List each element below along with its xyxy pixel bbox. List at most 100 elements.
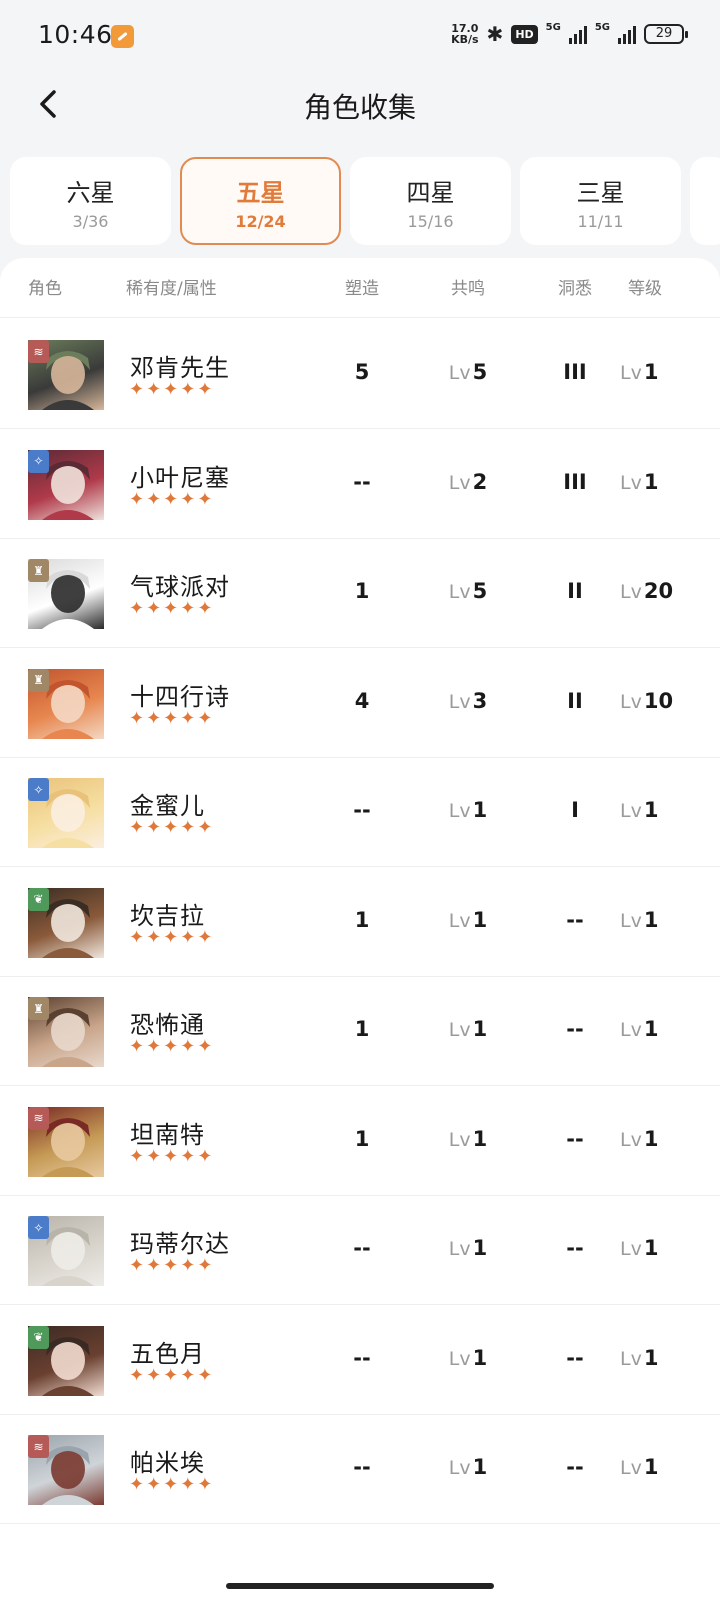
table-row[interactable]: ♜ 气球派对 ✦✦✦✦✦ 1 Lv5 II Lv20: [0, 537, 720, 648]
lv-prefix: Lv: [620, 581, 642, 603]
table-row[interactable]: ✧ 玛蒂尔达 ✦✦✦✦✦ -- Lv1 -- Lv1: [0, 1194, 720, 1305]
tab-label: 五星: [236, 179, 285, 207]
tab-three-star[interactable]: 三星 11/11: [520, 157, 681, 245]
signal-2-label: 5G: [594, 22, 610, 33]
character-level: 1: [643, 1455, 659, 1479]
star-icon: ✧: [28, 449, 49, 473]
signal-1-label: 5G: [545, 22, 561, 33]
resonance-value: Lv1: [432, 908, 504, 932]
shape-value: --: [353, 469, 371, 494]
tab-count: 15/16: [407, 212, 454, 231]
character-level: 1: [643, 360, 659, 384]
insight-value: --: [566, 1017, 584, 1041]
shape-value: --: [353, 1455, 371, 1479]
resonance-level: 1: [472, 907, 488, 932]
character-name: 邓肯先生: [130, 354, 230, 382]
col-role: 角色: [28, 279, 62, 299]
character-name: 气球派对: [130, 573, 230, 601]
table-row[interactable]: ❦ 五色月 ✦✦✦✦✦ -- Lv1 -- Lv1: [0, 1304, 720, 1415]
shape-value: --: [353, 798, 371, 822]
rarity-tabs: 六星 3/36 五星 12/24 四星 15/16 三星 11/11: [0, 157, 720, 245]
resonance-value: Lv1: [432, 1455, 504, 1479]
signal-2-icon: [618, 24, 636, 44]
tab-five-star[interactable]: 五星 12/24: [180, 157, 341, 245]
table-row[interactable]: ❦ 坎吉拉 ✦✦✦✦✦ 1 Lv1 -- Lv1: [0, 866, 720, 977]
resonance-level: 1: [472, 798, 488, 822]
leaf-icon: ❦: [28, 1325, 49, 1349]
lv-prefix: Lv: [448, 581, 471, 603]
tab-label: 六星: [66, 179, 115, 207]
level-value: Lv1: [620, 1236, 692, 1260]
lv-prefix: Lv: [620, 1128, 642, 1151]
table-row[interactable]: ≋ 帕米埃 ✦✦✦✦✦ -- Lv1 -- Lv1: [0, 1413, 720, 1524]
rarity-stars: ✦✦✦✦✦: [129, 1474, 215, 1495]
level-value: Lv1: [620, 798, 692, 822]
lv-prefix: Lv: [448, 690, 471, 713]
col-insight: 洞悉: [558, 279, 592, 299]
character-name: 玛蒂尔达: [130, 1230, 230, 1258]
character-name: 坦南特: [130, 1120, 205, 1149]
lv-prefix: Lv: [448, 1457, 471, 1479]
lv-prefix: Lv: [620, 800, 642, 822]
table-header: 角色 稀有度/属性 塑造 共鸣 洞悉 等级: [0, 258, 720, 318]
shape-value: 1: [354, 579, 370, 603]
lv-prefix: Lv: [448, 909, 471, 932]
lv-prefix: Lv: [448, 362, 471, 384]
signal-1-icon: [568, 24, 587, 44]
resonance-value: Lv1: [432, 798, 504, 822]
star-icon: ✧: [28, 1216, 49, 1239]
character-level: 20: [643, 579, 674, 603]
character-level: 1: [643, 1345, 659, 1370]
beast-icon: ♜: [28, 668, 49, 692]
insight-value: --: [566, 1126, 584, 1151]
rarity-stars: ✦✦✦✦✦: [129, 598, 215, 619]
insight-value: --: [566, 1345, 584, 1370]
bluetooth-icon: ✱: [486, 22, 504, 46]
table-row[interactable]: ≋ 邓肯先生 ✦✦✦✦✦ 5 Lv5 III Lv1: [0, 318, 720, 429]
table-row[interactable]: ✧ 金蜜儿 ✦✦✦✦✦ -- Lv1 I Lv1: [0, 756, 720, 867]
lv-prefix: Lv: [448, 1128, 471, 1151]
lv-prefix: Lv: [448, 1347, 471, 1370]
network-speed: 17.0 KB/s: [451, 22, 479, 46]
battery-icon: 29: [644, 24, 688, 44]
leaf-icon: ❦: [28, 887, 49, 911]
title-bar: 角色收集: [0, 72, 720, 136]
insight-value: --: [566, 907, 584, 932]
tab-four-star[interactable]: 四星 15/16: [350, 157, 511, 245]
table-row[interactable]: ✧ 小叶尼塞 ✦✦✦✦✦ -- Lv2 III Lv1: [0, 428, 720, 539]
col-shape: 塑造: [345, 279, 379, 299]
character-level: 10: [643, 688, 674, 713]
wave-icon: ≋: [28, 340, 49, 363]
wave-icon: ≋: [28, 1106, 49, 1130]
tab-six-star[interactable]: 六星 3/36: [10, 157, 171, 245]
lv-prefix: Lv: [620, 471, 642, 494]
resonance-level: 5: [472, 360, 488, 384]
level-value: Lv1: [620, 1346, 692, 1370]
character-level: 1: [643, 1017, 659, 1041]
character-table: 角色 稀有度/属性 塑造 共鸣 洞悉 等级 ≋ 邓肯先生 ✦✦✦✦✦ 5 Lv5…: [0, 258, 720, 1601]
rarity-stars: ✦✦✦✦✦: [129, 926, 215, 948]
character-name: 十四行诗: [130, 682, 230, 711]
col-rarity: 稀有度/属性: [126, 279, 217, 299]
table-row[interactable]: ≋ 坦南特 ✦✦✦✦✦ 1 Lv1 -- Lv1: [0, 1085, 720, 1196]
lv-prefix: Lv: [448, 1019, 471, 1041]
wave-icon: ≋: [28, 1435, 49, 1458]
lv-prefix: Lv: [620, 1238, 642, 1260]
level-value: Lv1: [620, 360, 692, 384]
shape-value: --: [353, 1236, 371, 1260]
home-indicator[interactable]: [226, 1583, 494, 1589]
resonance-level: 1: [472, 1455, 488, 1479]
table-row[interactable]: ♜ 恐怖通 ✦✦✦✦✦ 1 Lv1 -- Lv1: [0, 975, 720, 1086]
tab-more-partial[interactable]: [690, 157, 720, 245]
character-name: 金蜜儿: [130, 792, 205, 820]
character-name: 帕米埃: [130, 1449, 205, 1477]
resonance-value: Lv1: [432, 1127, 504, 1151]
lv-prefix: Lv: [448, 471, 471, 494]
character-name: 五色月: [130, 1339, 205, 1368]
status-time: 10:46: [38, 20, 113, 49]
resonance-value: Lv3: [432, 689, 504, 713]
rarity-stars: ✦✦✦✦✦: [129, 379, 215, 400]
lv-prefix: Lv: [620, 909, 642, 932]
table-row[interactable]: ♜ 十四行诗 ✦✦✦✦✦ 4 Lv3 II Lv10: [0, 647, 720, 758]
col-resonance: 共鸣: [451, 279, 485, 299]
